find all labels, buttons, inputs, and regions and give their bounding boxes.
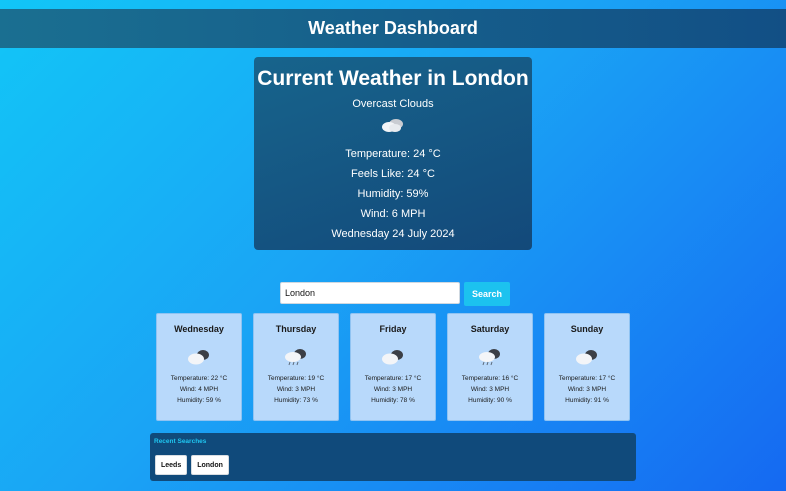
- current-temperature: Temperature: 24 °C: [345, 148, 441, 160]
- forecast-temperature: Temperature: 17 °C: [364, 375, 422, 382]
- rain-icon: [285, 349, 306, 366]
- forecast-list: Wednesday Temperature: 22 °C Wind: 4 MPH…: [156, 313, 630, 421]
- forecast-card-wednesday: Wednesday Temperature: 22 °C Wind: 4 MPH…: [156, 313, 242, 421]
- forecast-wind: Wind: 3 MPH: [276, 386, 316, 393]
- forecast-wind: Wind: 3 MPH: [373, 386, 413, 393]
- rain-icon: [479, 349, 500, 366]
- recent-searches-title: Recent Searches: [154, 438, 207, 445]
- broken-clouds-icon: [576, 350, 597, 365]
- forecast-humidity: Humidity: 91 %: [565, 397, 609, 404]
- forecast-card-saturday: Saturday Temperature: 16 °C Wind: 3 MPH …: [447, 313, 533, 421]
- forecast-day: Saturday: [470, 324, 510, 334]
- current-feels-like: Feels Like: 24 °C: [351, 168, 435, 180]
- broken-clouds-icon: [188, 350, 209, 365]
- page-title: Weather Dashboard: [308, 18, 478, 38]
- forecast-humidity: Humidity: 59 %: [177, 397, 221, 404]
- forecast-card-thursday: Thursday Temperature: 19 °C Wind: 3 MPH …: [253, 313, 339, 421]
- current-date: Wednesday 24 July 2024: [331, 228, 455, 240]
- current-weather-title: Current Weather in London: [257, 67, 529, 90]
- recent-search-london[interactable]: London: [191, 455, 229, 475]
- broken-clouds-icon: [382, 350, 403, 365]
- weather-description: Overcast Clouds: [352, 98, 434, 110]
- forecast-humidity: Humidity: 90 %: [468, 397, 512, 404]
- forecast-day: Wednesday: [174, 324, 224, 334]
- forecast-wind: Wind: 3 MPH: [567, 386, 607, 393]
- overcast-clouds-icon: [382, 119, 403, 132]
- recent-search-leeds[interactable]: Leeds: [155, 455, 188, 475]
- forecast-wind: Wind: 3 MPH: [470, 386, 510, 393]
- forecast-humidity: Humidity: 78 %: [371, 397, 415, 404]
- forecast-card-sunday: Sunday Temperature: 17 °C Wind: 3 MPH Hu…: [544, 313, 630, 421]
- city-search-input[interactable]: [280, 282, 460, 304]
- recent-searches-panel: Recent Searches Leeds London: [150, 433, 636, 481]
- forecast-day: Friday: [379, 324, 407, 334]
- forecast-wind: Wind: 4 MPH: [179, 386, 219, 393]
- current-wind: Wind: 6 MPH: [360, 208, 426, 220]
- forecast-temperature: Temperature: 17 °C: [558, 375, 616, 382]
- forecast-day: Thursday: [275, 324, 317, 334]
- search-form: Search: [280, 282, 510, 306]
- header-bar: Weather Dashboard: [0, 9, 786, 48]
- forecast-humidity: Humidity: 73 %: [274, 397, 318, 404]
- current-humidity: Humidity: 59%: [357, 188, 429, 200]
- search-button[interactable]: Search: [464, 282, 510, 306]
- forecast-temperature: Temperature: 19 °C: [267, 375, 325, 382]
- current-weather-panel: Current Weather in London Overcast Cloud…: [254, 57, 532, 250]
- forecast-temperature: Temperature: 22 °C: [170, 375, 228, 382]
- forecast-card-friday: Friday Temperature: 17 °C Wind: 3 MPH Hu…: [350, 313, 436, 421]
- forecast-day: Sunday: [570, 324, 604, 334]
- forecast-temperature: Temperature: 16 °C: [461, 375, 519, 382]
- recent-searches-list: Leeds London: [155, 455, 229, 475]
